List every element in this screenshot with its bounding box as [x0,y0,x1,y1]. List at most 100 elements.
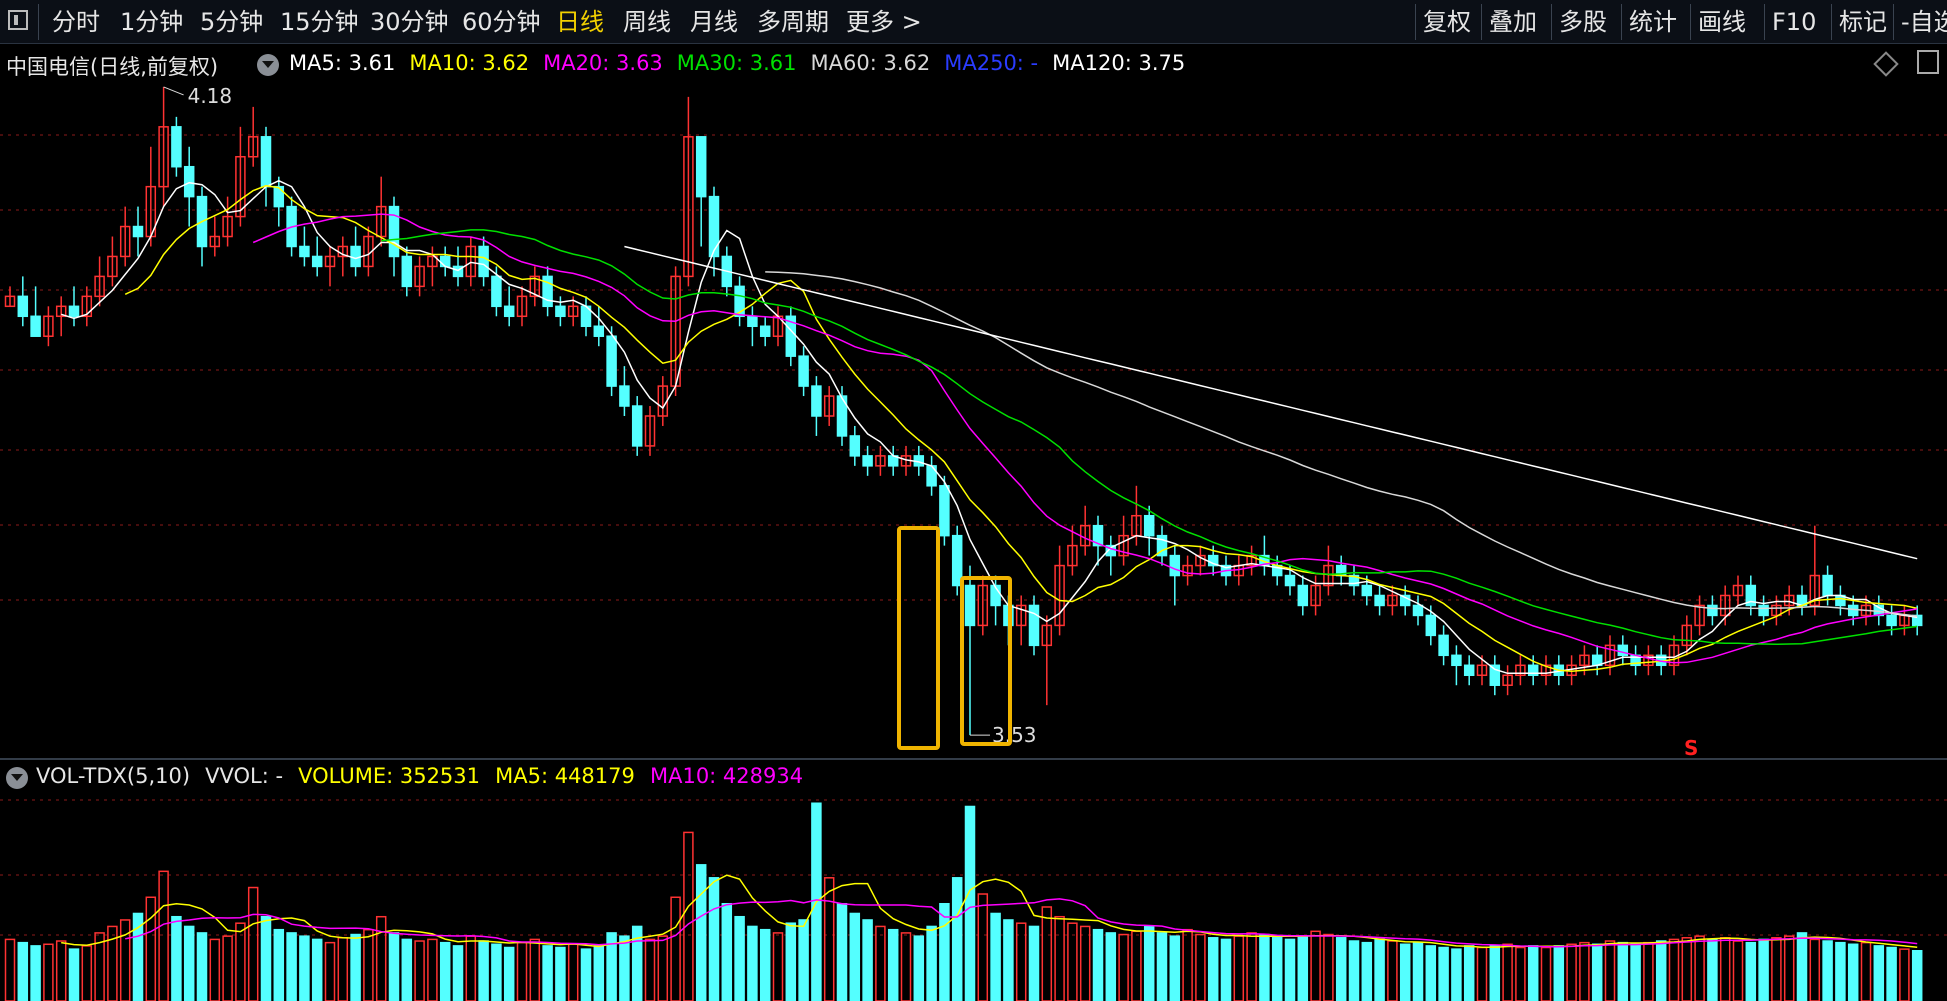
volume-bar [337,937,349,1001]
volume-bar [683,831,694,1001]
toolbar-button-4[interactable]: 画线 [1698,6,1746,38]
tab-8[interactable]: 月线 [690,6,738,38]
volume-bar [1463,945,1475,1001]
candle-body [862,455,873,467]
volume-bar [1835,941,1846,1001]
volume-bar [401,938,413,1001]
candle-body [1463,664,1475,677]
volume-bar [1643,941,1654,1001]
volume-bar [875,925,886,1001]
tab-1[interactable]: 1分钟 [120,6,183,38]
volume-bar [516,941,528,1001]
candle-body [1143,514,1155,537]
candle-body [171,126,182,168]
volume-bar [823,877,835,1001]
candle-body [1374,594,1385,607]
candle-body [350,245,361,268]
toolbar-button-5[interactable]: F10 [1772,6,1816,38]
volume-bar [1259,933,1270,1001]
volume-bar [171,915,182,1001]
volume-bar [1579,941,1590,1001]
candle-body [68,305,80,318]
volume-bar [1041,906,1053,1001]
toolbar-separator [1764,4,1765,40]
tab-7[interactable]: 周线 [623,6,671,38]
volume-bar [1707,938,1718,1001]
candle-body [606,335,617,387]
tab-2[interactable]: 5分钟 [200,6,263,38]
toolbar-separator [1893,4,1894,40]
highlight-box-1 [897,526,940,750]
candle-body [695,136,707,198]
volume-bar [1387,940,1398,1001]
volume-bar [1079,925,1091,1001]
volume-bar [1668,938,1680,1001]
volume-bar [132,912,144,1001]
candle-body [631,405,643,447]
candle-body [555,305,566,318]
volume-bar [1425,945,1437,1001]
highlight-box-2 [960,576,1012,746]
candle-body [1707,604,1718,617]
tab-4[interactable]: 30分钟 [370,6,449,38]
volume-bar [1591,943,1603,1001]
toolbar-button-3[interactable]: 统计 [1629,6,1677,38]
volume-bar [55,940,67,1001]
candle-body [1361,584,1373,597]
tab-0[interactable]: 分时 [52,6,100,38]
candle-body [759,325,771,337]
volume-bar [375,915,387,1001]
candle-body [1028,604,1040,647]
volume-bar [939,902,950,1001]
volume-bar [1719,937,1731,1001]
volume-bar [529,938,541,1001]
volume-bar [951,877,963,1001]
volume-bar [747,925,758,1001]
window-toggle-icon[interactable] [8,10,28,30]
period-toolbar: 分时 1分钟 5分钟 15分钟 30分钟 60分钟 日线 周线 月线 多周期 更多 > 复权 叠加 多股… [0,0,1947,44]
tab-9[interactable]: 多周期 [757,6,829,38]
toolbar-button-7[interactable]: -自选 [1901,6,1947,38]
volume-bar [388,932,400,1001]
tab-6[interactable]: 日线 [556,6,604,38]
volume-bar [772,932,784,1001]
volume-bar [452,945,464,1001]
candle-body [1822,574,1833,597]
volume-bar [1348,940,1360,1001]
volume-bar [427,938,438,1001]
toolbar-button-0[interactable]: 复权 [1423,6,1471,38]
volume-bar [350,933,361,1001]
toolbar-separator [38,4,39,40]
volume-bar [900,932,912,1001]
volume-bar [43,943,54,1001]
volume-bar [1028,925,1040,1001]
volume-bar [1873,945,1885,1001]
volume-bar [708,877,720,1001]
volume-bar [439,941,451,1001]
volume-bar [1809,938,1821,1001]
volume-bar [311,938,323,1001]
volume-bar [324,941,336,1001]
candle-body [747,315,758,328]
volume-bar [734,915,745,1001]
candle-body [1284,574,1296,587]
volume-bar [1003,919,1014,1001]
signal-s-marker: S [1684,736,1698,757]
toolbar-button-2[interactable]: 多股 [1559,6,1607,38]
candle-body [708,195,720,258]
toolbar-separator [1831,4,1832,40]
toolbar-button-6[interactable]: 标记 [1839,6,1887,38]
candle-body [1412,604,1424,617]
toolbar-button-1[interactable]: 叠加 [1489,6,1537,38]
volume-bar [1438,946,1449,1001]
tab-3[interactable]: 15分钟 [280,6,359,38]
volume-bar [1694,935,1705,1001]
candle-body [183,165,195,198]
volume-bar [1822,940,1833,1001]
volume-bar [542,945,553,1001]
tab-5[interactable]: 60分钟 [462,6,541,38]
volume-bar [1604,940,1616,1001]
tab-10[interactable]: 更多 > [846,6,922,38]
volume-bar [1771,937,1782,1001]
candle-body [311,255,323,268]
